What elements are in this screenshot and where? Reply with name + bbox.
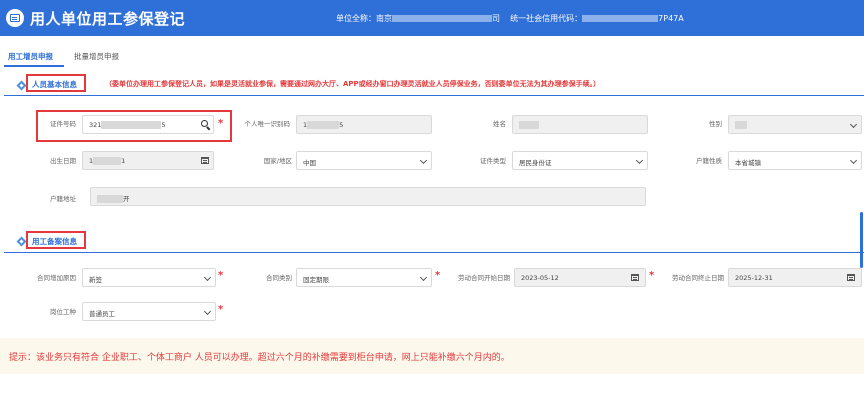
credit-code-label: 统一社会信用代码： (510, 14, 583, 23)
active-tab-indicator (4, 65, 64, 67)
chevron-down-icon (203, 307, 212, 316)
required-mark: * (218, 270, 224, 281)
person-unique-id-field: 15 (296, 115, 432, 134)
id-number-suffix: 5 (161, 121, 166, 129)
search-icon[interactable] (201, 120, 211, 131)
unit-info: 单位全称：南京 司 统一社会信用代码： 7P47A (336, 13, 684, 24)
redacted-name (519, 121, 539, 129)
section-title-personal: 人员基本信息 (32, 80, 77, 89)
gender-label: 性别 (709, 120, 722, 128)
job-type-value: 普通员工 (89, 310, 115, 318)
contract-reason-value: 新签 (89, 276, 102, 284)
job-type-label: 岗位工种 (50, 308, 76, 316)
unit-name-label: 单位全称： (336, 14, 376, 23)
person-unique-id-suffix: 5 (339, 121, 344, 129)
app-title: 用人单位用工参保登记 (30, 10, 186, 28)
household-type-label: 户籍性质 (696, 157, 722, 165)
household-type-value: 本省城镇 (735, 159, 761, 167)
chevron-down-icon (203, 273, 212, 282)
id-number-input[interactable]: 321 5 (82, 115, 214, 134)
household-type-select[interactable]: 本省城镇 (728, 151, 862, 170)
id-type-select[interactable]: 居民身份证 (512, 151, 648, 170)
id-type-label: 证件类型 (480, 157, 506, 165)
contract-reason-label: 合同增加原因 (37, 274, 76, 282)
redacted-credit-code (582, 15, 659, 22)
form-icon (6, 9, 24, 27)
tip-text: 提示：该业务只有符合 企业职工、个体工商户 人员可以办理。超过六个月的补缴需要到… (9, 353, 510, 363)
household-address-suffix: 开 (123, 195, 130, 203)
contract-type-value: 固定期限 (303, 276, 329, 284)
id-number-label: 证件号码 (50, 120, 76, 128)
section-title-employment: 用工备案信息 (32, 237, 77, 246)
chevron-down-icon (849, 156, 858, 165)
name-label: 姓名 (493, 120, 506, 128)
contract-type-select[interactable]: 固定期限 (296, 268, 432, 287)
gender-select[interactable] (728, 115, 862, 134)
diamond-icon (16, 236, 27, 247)
contract-start-value: 2023-05-12 (521, 274, 559, 282)
tab-batch-add[interactable]: 批量增员申报 (74, 51, 119, 62)
section-divider (4, 95, 864, 96)
household-address-label: 户籍地址 (50, 195, 76, 203)
scrollbar[interactable] (860, 212, 863, 268)
unit-name-suffix: 司 (492, 14, 500, 23)
redacted-birth-date (93, 157, 122, 165)
contract-end-field[interactable]: 2025-12-31 (728, 268, 862, 287)
chevron-down-icon (419, 273, 428, 282)
chevron-down-icon (849, 120, 858, 129)
name-field (512, 115, 648, 134)
unit-name-prefix: 南京 (376, 14, 392, 23)
household-address-field: 开 (90, 187, 646, 206)
redacted-unique-id (307, 121, 340, 129)
tip-box: 提示：该业务只有符合 企业职工、个体工商户 人员可以办理。超过六个月的补缴需要到… (0, 338, 864, 374)
personal-notice: （委单位办理用工参保登记人员，如果是灵活就业参保，需要通过网办大厅、APP或经办… (105, 80, 601, 88)
birth-date-label: 出生日期 (50, 157, 76, 165)
job-type-select[interactable]: 普通员工 (82, 302, 216, 321)
tab-bar: 用工增员申报 批量增员申报 (0, 46, 864, 66)
calendar-icon[interactable] (847, 274, 855, 281)
calendar-icon[interactable] (201, 157, 209, 164)
nationality-select[interactable]: 中国 (296, 151, 432, 170)
required-mark: * (649, 270, 655, 281)
required-mark: * (218, 304, 224, 315)
id-type-value: 居民身份证 (519, 159, 552, 167)
redacted-address (97, 195, 123, 203)
diamond-icon (16, 80, 27, 91)
contract-reason-select[interactable]: 新签 (82, 268, 216, 287)
tab-single-add[interactable]: 用工增员申报 (8, 51, 53, 62)
required-mark: * (435, 270, 441, 281)
redacted-unit-name (392, 15, 492, 22)
app-header: 用人单位用工参保登记 单位全称：南京 司 统一社会信用代码： 7P47A (0, 0, 864, 36)
redacted-id (101, 121, 162, 129)
nationality-value: 中国 (303, 159, 316, 167)
chevron-down-icon (635, 156, 644, 165)
contract-start-field[interactable]: 2023-05-12 (514, 268, 646, 287)
id-number-prefix: 321 (89, 121, 102, 129)
birth-date-field: 11 (82, 151, 214, 170)
contract-start-label: 劳动合同开始日期 (458, 274, 510, 282)
chevron-down-icon (419, 156, 428, 165)
redacted-gender (735, 121, 747, 129)
contract-end-value: 2025-12-31 (735, 274, 773, 282)
birth-date-suffix: 1 (121, 157, 126, 165)
contract-type-label: 合同类别 (266, 274, 292, 282)
calendar-icon[interactable] (631, 274, 639, 281)
credit-code-suffix: 7P47A (658, 14, 684, 23)
section-divider (4, 252, 864, 253)
nationality-label: 国家/地区 (263, 157, 292, 165)
contract-end-label: 劳动合同终止日期 (672, 274, 724, 282)
required-mark: * (218, 118, 224, 129)
person-unique-id-label: 个人唯一识别码 (244, 120, 291, 128)
